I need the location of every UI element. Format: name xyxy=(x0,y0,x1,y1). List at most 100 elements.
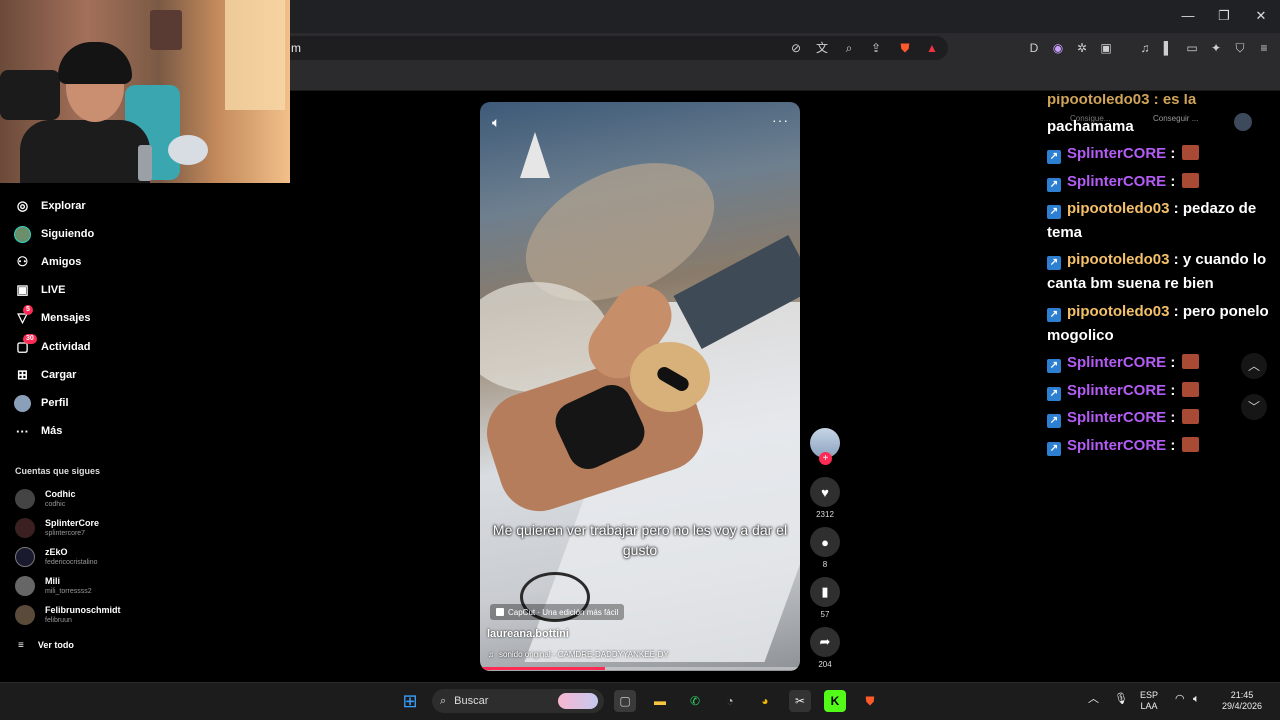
chat-username: pipootoledo03 xyxy=(1067,303,1170,320)
activity-icon: ▢ 30 xyxy=(14,333,37,356)
capcut-label: CapCut · Una edición más fácil xyxy=(508,607,619,617)
clock[interactable]: 21:45 29/4/2026 xyxy=(1216,690,1268,712)
emote-icon xyxy=(1181,173,1199,188)
nav-label: Cargar xyxy=(41,369,77,381)
video-progress-bar[interactable] xyxy=(480,667,800,670)
more-dots-icon[interactable]: ··· xyxy=(772,112,789,128)
avatar xyxy=(15,518,35,538)
mute-site-icon[interactable]: ⊘ xyxy=(788,40,804,56)
nav-label: Siguiendo xyxy=(41,228,95,240)
emote-icon xyxy=(1181,145,1199,160)
chat-username: SplinterCORE xyxy=(1067,145,1167,162)
taskbar-search[interactable]: ⌕ Buscar xyxy=(432,689,604,713)
clock-date: 29/4/2026 xyxy=(1221,701,1263,711)
share-button[interactable]: ➦ 204 xyxy=(810,627,840,669)
emote-icon xyxy=(1181,382,1199,397)
chevron-up-icon: ︿ xyxy=(1247,359,1260,373)
nav-cargar[interactable]: ⊞ Cargar xyxy=(14,364,76,386)
close-button[interactable]: ✕ xyxy=(1251,6,1271,26)
speaker-icon[interactable]: 🔈︎ xyxy=(1193,694,1200,705)
like-button[interactable]: ♥ 2312 xyxy=(810,477,840,519)
microphone-icon[interactable]: 🎙︎ xyxy=(1114,694,1128,705)
account-handle: splintercore7 xyxy=(45,530,86,537)
chat-username: SplinterCORE xyxy=(1067,409,1167,426)
avatar xyxy=(15,489,35,509)
windows-start-icon[interactable]: ⊞ xyxy=(399,690,421,712)
previous-video-button[interactable]: ︿ xyxy=(1241,353,1267,379)
author-avatar-button[interactable]: + xyxy=(810,428,840,465)
nav-explorar[interactable]: ◎ Explorar xyxy=(14,195,86,217)
like-count: 2312 xyxy=(816,510,834,519)
nav-siguiendo[interactable]: Siguiendo xyxy=(14,223,94,245)
following-avatar-icon xyxy=(14,225,31,243)
following-account[interactable]: Mili mili_torressss2 xyxy=(15,573,92,599)
see-all-link[interactable]: ≡ Ver todo xyxy=(18,634,74,656)
menu-icon[interactable]: ≡ xyxy=(1256,40,1272,56)
badge-icon: ↗ xyxy=(1047,308,1061,322)
nav-amigos[interactable]: ⚇ Amigos xyxy=(14,251,82,273)
video-author[interactable]: laureana.bottini xyxy=(487,628,569,640)
video-sound[interactable]: ♫ sonido original - CAMDRE-DADDYYANKEE-D… xyxy=(488,650,669,659)
sidebar-toggle-icon[interactable]: ▌ xyxy=(1160,40,1176,56)
nav-mas[interactable]: ··· Más xyxy=(14,420,62,442)
volume-icon[interactable]: 🔈︎ xyxy=(492,114,500,131)
tray-chevron-icon[interactable]: ︿ xyxy=(1088,694,1099,705)
next-video-button[interactable]: ﹀ xyxy=(1241,394,1267,420)
clock-time: 21:45 xyxy=(1230,690,1254,700)
chat-message: ↗ pipootoledo03 : pedazo de tema xyxy=(1047,200,1257,241)
obs-icon[interactable]: ◔ xyxy=(719,690,741,712)
vpn-icon[interactable]: ⛉ xyxy=(1232,40,1248,56)
comment-button[interactable]: ● 8 xyxy=(810,527,840,569)
share-icon[interactable]: ⇪ xyxy=(868,40,884,56)
capcut-tag[interactable]: CapCut · Una edición más fácil xyxy=(490,604,625,620)
nav-actividad[interactable]: ▢ 30 Actividad xyxy=(14,333,91,358)
save-count: 57 xyxy=(820,610,830,619)
chrome-icon[interactable]: ◕ xyxy=(754,690,776,712)
following-account[interactable]: zEkO federicocristalino xyxy=(15,544,98,570)
brave-rewards-icon[interactable]: ▲ xyxy=(924,40,940,56)
sailboat-shape xyxy=(520,132,550,178)
capcut-app-icon[interactable]: ✂ xyxy=(789,690,811,712)
search-icon: ⌕ xyxy=(440,694,447,707)
extensions-icon[interactable]: ✲ xyxy=(1074,40,1090,56)
badge-icon: ↗ xyxy=(1047,359,1061,373)
nav-mensajes[interactable]: ▽ 5 Mensajes xyxy=(14,304,91,329)
following-account[interactable]: SplinterCore splintercore7 xyxy=(15,515,99,541)
nav-perfil[interactable]: Perfil xyxy=(14,392,69,414)
account-name: Codhic xyxy=(45,489,76,499)
account-name: SplinterCore xyxy=(45,518,100,528)
maximize-button[interactable]: ❐ xyxy=(1214,6,1234,26)
translate-icon[interactable]: 文 xyxy=(814,40,830,56)
nav-label: LIVE xyxy=(41,284,66,296)
media-icon[interactable]: ♫ xyxy=(1137,40,1153,56)
extension-profile-icon[interactable]: ◉ xyxy=(1050,40,1066,56)
whatsapp-icon[interactable]: ✆ xyxy=(684,690,706,712)
kick-icon[interactable]: K xyxy=(824,690,846,712)
nav-live[interactable]: ▣ LIVE xyxy=(14,279,65,301)
brave-shield-icon[interactable]: ⛊ xyxy=(897,40,913,56)
follow-plus-icon[interactable]: + xyxy=(819,452,832,465)
chat-username: SplinterCORE xyxy=(1067,382,1167,399)
screenshot-icon[interactable]: ▣ xyxy=(1098,40,1114,56)
emote-icon xyxy=(1181,409,1199,424)
save-button[interactable]: ▮ 57 xyxy=(810,577,840,619)
brave-icon[interactable]: ⛊ xyxy=(859,690,881,712)
zoom-icon[interactable]: ⌕ xyxy=(841,40,857,56)
minimize-button[interactable]: — xyxy=(1178,6,1198,26)
extension-d-icon[interactable]: D xyxy=(1026,40,1042,56)
nav-label: Perfil xyxy=(41,397,69,409)
ai-assistant-icon[interactable]: ✦ xyxy=(1208,40,1224,56)
video-player[interactable]: 🔈︎ ··· Me quieren ver trabajar pero no l… xyxy=(480,102,800,671)
wifi-icon[interactable]: ◠ xyxy=(1175,694,1185,705)
chevron-down-icon: ﹀ xyxy=(1247,400,1260,414)
following-account[interactable]: Felibrunoschmidt felibruun xyxy=(15,602,121,628)
more-icon: ··· xyxy=(16,423,29,439)
following-account[interactable]: Codhic codhic xyxy=(15,486,76,512)
account-name: Mili xyxy=(45,576,60,586)
wallet-icon[interactable]: ▭ xyxy=(1184,40,1200,56)
nav-label: Amigos xyxy=(41,256,82,268)
file-explorer-icon[interactable]: ▬ xyxy=(649,690,671,712)
task-view-icon[interactable]: ▢ xyxy=(614,690,636,712)
language-indicator[interactable]: ESP LAA xyxy=(1140,690,1158,712)
following-title: Cuentas que sigues xyxy=(15,466,101,476)
